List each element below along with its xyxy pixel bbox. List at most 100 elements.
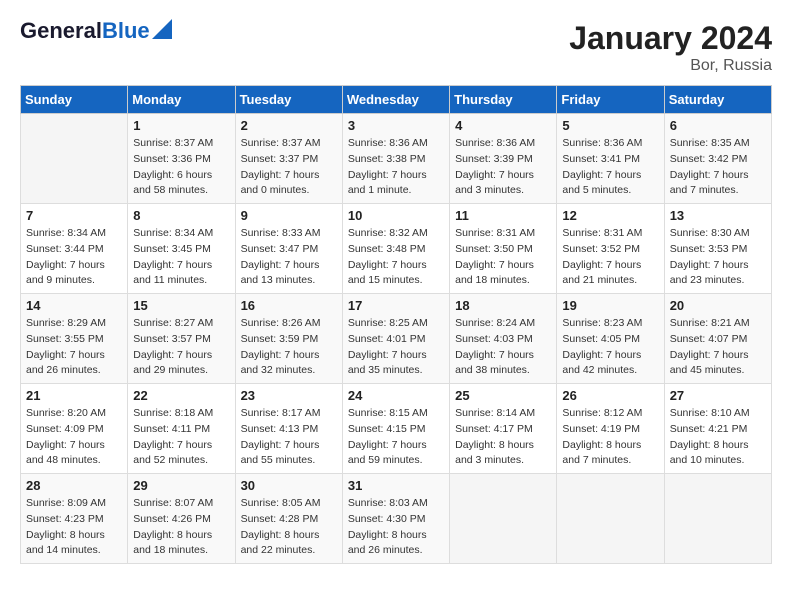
calendar-cell: 31 Sunrise: 8:03 AM Sunset: 4:30 PM Dayli… [342,474,449,564]
calendar-cell: 16Sunrise: 8:26 AM Sunset: 3:59 PM Dayli… [235,294,342,384]
day-info: Sunrise: 8:30 AM Sunset: 3:53 PM Dayligh… [670,226,766,289]
week-row-3: 14 Sunrise: 8:29 AM Sunset: 3:55 PM Dayli… [21,294,772,384]
day-number: 15 [133,298,229,313]
calendar-cell [450,474,557,564]
col-wednesday: Wednesday [342,86,449,114]
calendar-cell: 26 Sunrise: 8:12 AM Sunset: 4:19 PM Dayli… [557,384,664,474]
calendar-cell: 2 Sunrise: 8:37 AM Sunset: 3:37 PM Daylig… [235,114,342,204]
day-number: 31 [348,478,444,493]
calendar-cell: 20 Sunrise: 8:21 AM Sunset: 4:07 PM Dayli… [664,294,771,384]
day-number: 21 [26,388,122,403]
day-number: 10 [348,208,444,223]
day-info: Sunrise: 8:17 AM Sunset: 4:13 PM Dayligh… [241,406,337,469]
calendar-cell: 12 Sunrise: 8:31 AM Sunset: 3:52 PM Dayli… [557,204,664,294]
day-info: Sunrise: 8:36 AM Sunset: 3:41 PM Dayligh… [562,136,658,199]
day-info: Sunrise: 8:35 AM Sunset: 3:42 PM Dayligh… [670,136,766,199]
week-row-1: 1 Sunrise: 8:37 AM Sunset: 3:36 PM Daylig… [21,114,772,204]
day-info: Sunrise: 8:09 AM Sunset: 4:23 PM Dayligh… [26,496,122,559]
calendar-cell: 19 Sunrise: 8:23 AM Sunset: 4:05 PM Dayli… [557,294,664,384]
day-number: 5 [562,118,658,133]
day-number: 12 [562,208,658,223]
day-number: 8 [133,208,229,223]
day-number: 29 [133,478,229,493]
day-number: 18 [455,298,551,313]
day-number: 6 [670,118,766,133]
calendar-cell: 1 Sunrise: 8:37 AM Sunset: 3:36 PM Daylig… [128,114,235,204]
day-info: Sunrise: 8:05 AM Sunset: 4:28 PM Dayligh… [241,496,337,559]
logo-text: GeneralBlue [20,20,150,42]
calendar-cell: 13 Sunrise: 8:30 AM Sunset: 3:53 PM Dayli… [664,204,771,294]
day-info: Sunrise: 8:21 AM Sunset: 4:07 PM Dayligh… [670,316,766,379]
calendar-cell: 17 Sunrise: 8:25 AM Sunset: 4:01 PM Dayli… [342,294,449,384]
day-number: 20 [670,298,766,313]
day-number: 30 [241,478,337,493]
day-number: 23 [241,388,337,403]
calendar-cell: 9 Sunrise: 8:33 AM Sunset: 3:47 PM Daylig… [235,204,342,294]
day-info: Sunrise: 8:18 AM Sunset: 4:11 PM Dayligh… [133,406,229,469]
calendar-table: Sunday Monday Tuesday Wednesday Thursday… [20,85,772,564]
calendar-cell: 30 Sunrise: 8:05 AM Sunset: 4:28 PM Dayli… [235,474,342,564]
calendar-cell: 5 Sunrise: 8:36 AM Sunset: 3:41 PM Daylig… [557,114,664,204]
calendar-cell: 10Sunrise: 8:32 AM Sunset: 3:48 PM Dayli… [342,204,449,294]
day-info: Sunrise: 8:33 AM Sunset: 3:47 PM Dayligh… [241,226,337,289]
day-info: Sunrise: 8:12 AM Sunset: 4:19 PM Dayligh… [562,406,658,469]
col-monday: Monday [128,86,235,114]
day-number: 24 [348,388,444,403]
week-row-2: 7Sunrise: 8:34 AM Sunset: 3:44 PM Daylig… [21,204,772,294]
day-number: 26 [562,388,658,403]
day-number: 1 [133,118,229,133]
day-number: 2 [241,118,337,133]
calendar-cell [557,474,664,564]
calendar-location: Bor, Russia [569,57,772,75]
day-number: 25 [455,388,551,403]
calendar-cell: 28 Sunrise: 8:09 AM Sunset: 4:23 PM Dayli… [21,474,128,564]
day-number: 17 [348,298,444,313]
calendar-cell: 6 Sunrise: 8:35 AM Sunset: 3:42 PM Daylig… [664,114,771,204]
calendar-title: January 2024 [569,20,772,57]
day-number: 13 [670,208,766,223]
week-row-5: 28 Sunrise: 8:09 AM Sunset: 4:23 PM Dayli… [21,474,772,564]
calendar-cell: 8Sunrise: 8:34 AM Sunset: 3:45 PM Daylig… [128,204,235,294]
calendar-cell: 21Sunrise: 8:20 AM Sunset: 4:09 PM Dayli… [21,384,128,474]
day-info: Sunrise: 8:07 AM Sunset: 4:26 PM Dayligh… [133,496,229,559]
day-number: 19 [562,298,658,313]
day-number: 3 [348,118,444,133]
calendar-cell: 22Sunrise: 8:18 AM Sunset: 4:11 PM Dayli… [128,384,235,474]
calendar-cell [664,474,771,564]
day-info: Sunrise: 8:26 AM Sunset: 3:59 PM Dayligh… [241,316,337,379]
calendar-cell: 23 Sunrise: 8:17 AM Sunset: 4:13 PM Dayli… [235,384,342,474]
day-number: 9 [241,208,337,223]
day-info: Sunrise: 8:31 AM Sunset: 3:50 PM Dayligh… [455,226,551,289]
calendar-cell: 3Sunrise: 8:36 AM Sunset: 3:38 PM Daylig… [342,114,449,204]
logo: GeneralBlue [20,20,172,42]
day-info: Sunrise: 8:14 AM Sunset: 4:17 PM Dayligh… [455,406,551,469]
day-info: Sunrise: 8:36 AM Sunset: 3:39 PM Dayligh… [455,136,551,199]
day-info: Sunrise: 8:29 AM Sunset: 3:55 PM Dayligh… [26,316,122,379]
day-info: Sunrise: 8:23 AM Sunset: 4:05 PM Dayligh… [562,316,658,379]
calendar-cell: 14 Sunrise: 8:29 AM Sunset: 3:55 PM Dayli… [21,294,128,384]
calendar-cell: 15Sunrise: 8:27 AM Sunset: 3:57 PM Dayli… [128,294,235,384]
calendar-cell: 27Sunrise: 8:10 AM Sunset: 4:21 PM Dayli… [664,384,771,474]
title-block: January 2024 Bor, Russia [569,20,772,75]
day-info: Sunrise: 8:03 AM Sunset: 4:30 PM Dayligh… [348,496,444,559]
day-info: Sunrise: 8:15 AM Sunset: 4:15 PM Dayligh… [348,406,444,469]
calendar-body: 1 Sunrise: 8:37 AM Sunset: 3:36 PM Daylig… [21,114,772,564]
calendar-cell: 18 Sunrise: 8:24 AM Sunset: 4:03 PM Dayli… [450,294,557,384]
day-info: Sunrise: 8:37 AM Sunset: 3:37 PM Dayligh… [241,136,337,199]
day-number: 28 [26,478,122,493]
day-info: Sunrise: 8:31 AM Sunset: 3:52 PM Dayligh… [562,226,658,289]
page-header: GeneralBlue January 2024 Bor, Russia [20,20,772,75]
day-info: Sunrise: 8:24 AM Sunset: 4:03 PM Dayligh… [455,316,551,379]
calendar-cell [21,114,128,204]
col-sunday: Sunday [21,86,128,114]
calendar-cell: 29 Sunrise: 8:07 AM Sunset: 4:26 PM Dayli… [128,474,235,564]
day-number: 27 [670,388,766,403]
day-info: Sunrise: 8:37 AM Sunset: 3:36 PM Dayligh… [133,136,229,199]
col-thursday: Thursday [450,86,557,114]
header-row: Sunday Monday Tuesday Wednesday Thursday… [21,86,772,114]
logo-arrow-icon [152,19,172,39]
calendar-cell: 24 Sunrise: 8:15 AM Sunset: 4:15 PM Dayli… [342,384,449,474]
day-number: 14 [26,298,122,313]
calendar-cell: 4Sunrise: 8:36 AM Sunset: 3:39 PM Daylig… [450,114,557,204]
day-info: Sunrise: 8:25 AM Sunset: 4:01 PM Dayligh… [348,316,444,379]
